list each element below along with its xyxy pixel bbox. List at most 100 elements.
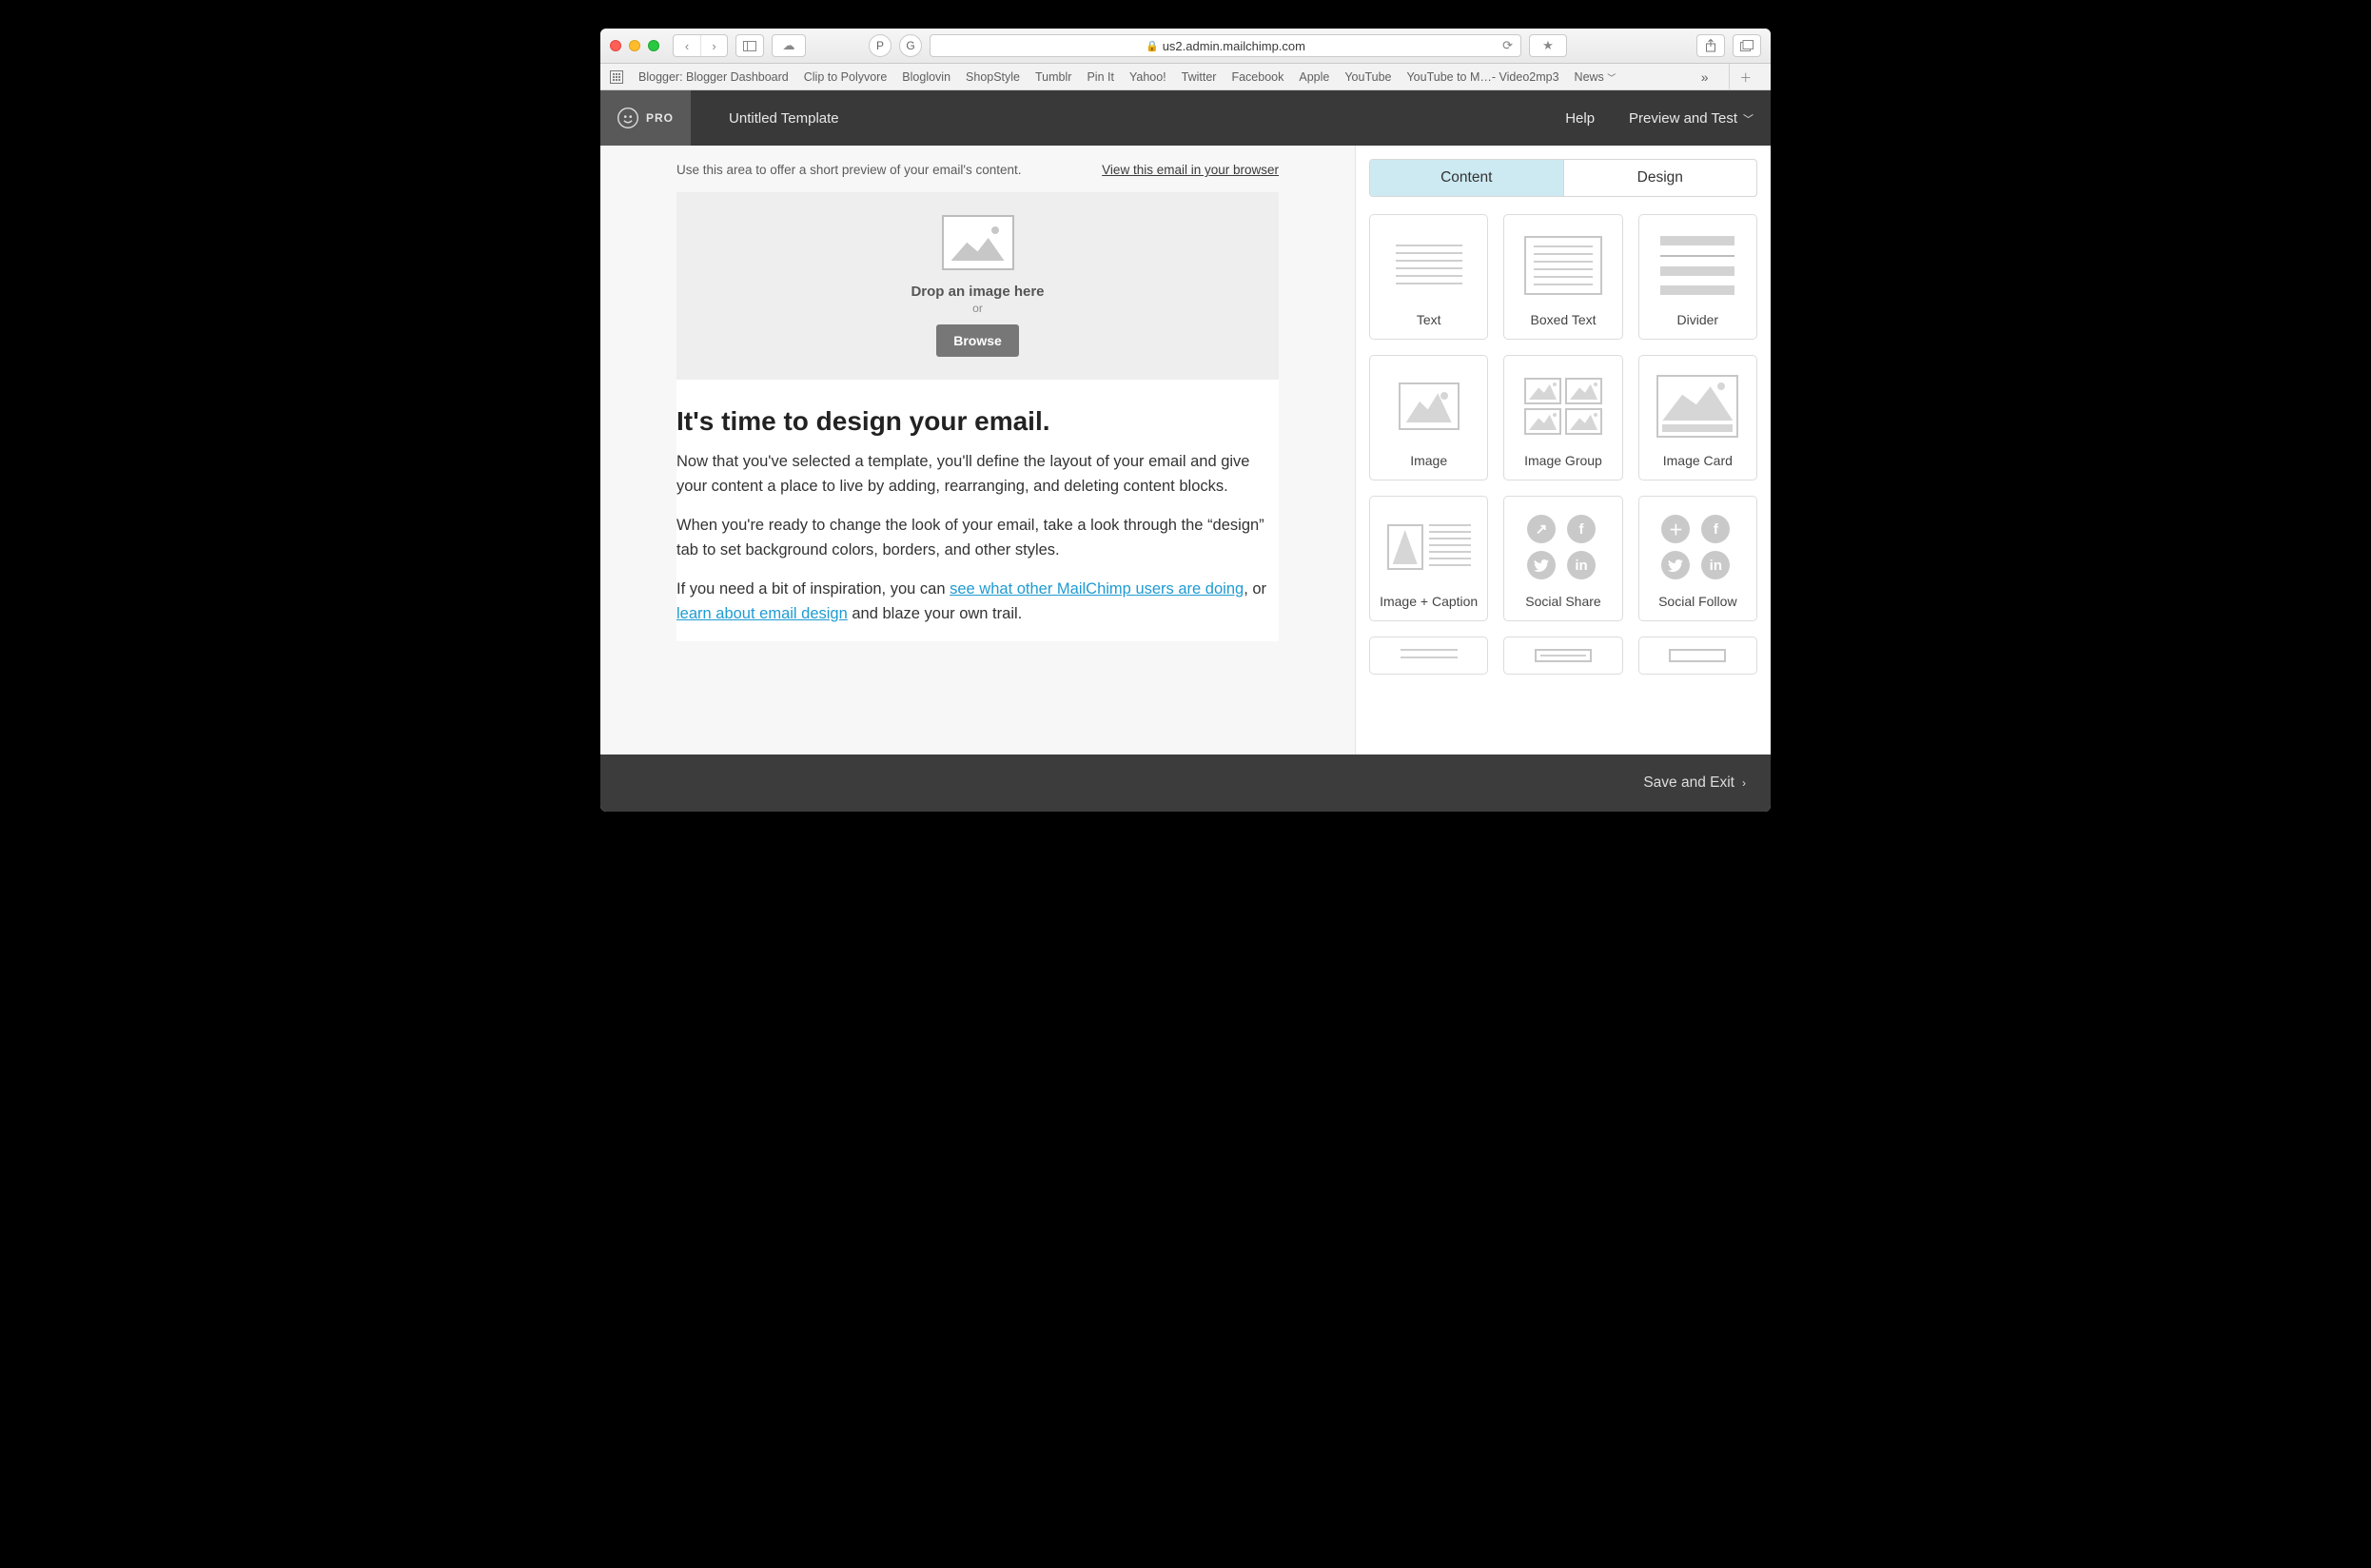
window-controls [610, 40, 659, 51]
image-caption-icon [1387, 524, 1471, 570]
boxed-text-icon [1524, 236, 1602, 295]
block-label: Image Card [1663, 453, 1733, 468]
view-in-browser-link[interactable]: View this email in your browser [1102, 163, 1279, 177]
block-placeholder[interactable] [1369, 637, 1488, 675]
image-placeholder-icon [942, 215, 1014, 270]
tab-content[interactable]: Content [1370, 160, 1563, 196]
bookmark-item[interactable]: YouTube [1344, 70, 1391, 84]
block-label: Image + Caption [1380, 594, 1478, 609]
apps-grid-icon[interactable] [610, 70, 623, 84]
chevron-right-icon: › [1742, 776, 1746, 790]
block-placeholder[interactable] [1638, 637, 1757, 675]
top-sites-button[interactable]: ★ [1529, 34, 1567, 57]
fullscreen-window-button[interactable] [648, 40, 659, 51]
editor-footer: Save and Exit› [600, 755, 1771, 812]
back-button[interactable]: ‹ [674, 35, 700, 56]
browse-button[interactable]: Browse [936, 324, 1019, 357]
bookmark-item[interactable]: Apple [1299, 70, 1329, 84]
editor-main: Use this area to offer a short preview o… [600, 146, 1771, 755]
help-link[interactable]: Help [1548, 110, 1612, 127]
email-heading[interactable]: It's time to design your email. [676, 380, 1279, 450]
bookmark-item[interactable]: Tumblr [1035, 70, 1071, 84]
image-group-icon [1524, 378, 1602, 435]
block-image[interactable]: Image [1369, 355, 1488, 480]
dropzone-title: Drop an image here [699, 284, 1256, 300]
dropzone-or: or [699, 302, 1256, 315]
twitter-icon [1661, 551, 1690, 579]
email-paragraph[interactable]: When you're ready to change the look of … [676, 514, 1279, 578]
chevron-down-icon: ﹀ [1743, 114, 1754, 126]
inspiration-link[interactable]: see what other MailChimp users are doing [950, 580, 1244, 598]
text-lines-icon [1396, 245, 1462, 286]
bookmark-folder[interactable]: News ﹀ [1575, 70, 1617, 84]
address-bar[interactable]: 🔒 us2.admin.mailchimp.com ⟳ [930, 34, 1521, 57]
block-grid: Text Boxed Text Divider Image Image Grou… [1356, 214, 1771, 688]
save-and-exit-button[interactable]: Save and Exit› [1643, 774, 1746, 792]
facebook-icon: f [1701, 515, 1730, 543]
social-follow-icon: ＋ f in [1661, 515, 1734, 579]
preview-and-test-menu[interactable]: Preview and Test﹀ [1612, 110, 1771, 127]
share-button[interactable] [1696, 34, 1725, 57]
image-dropzone[interactable]: Drop an image here or Browse [676, 192, 1279, 380]
brand-label: PRO [646, 111, 674, 125]
facebook-icon: f [1567, 515, 1596, 543]
email-paragraph[interactable]: Now that you've selected a template, you… [676, 450, 1279, 514]
block-label: Social Follow [1658, 594, 1736, 609]
reload-icon[interactable]: ⟳ [1502, 38, 1513, 53]
tab-design[interactable]: Design [1563, 160, 1757, 196]
bookmark-item[interactable]: Yahoo! [1129, 70, 1166, 84]
email-paragraph[interactable]: If you need a bit of inspiration, you ca… [676, 578, 1279, 641]
block-social-follow[interactable]: ＋ f in Social Follow [1638, 496, 1757, 621]
chevron-down-icon: ﹀ [1607, 73, 1616, 83]
block-image-caption[interactable]: Image + Caption [1369, 496, 1488, 621]
block-placeholder[interactable] [1503, 637, 1622, 675]
forward-button[interactable]: › [700, 35, 727, 56]
pinterest-extension-icon[interactable]: P [869, 34, 892, 57]
app-header: PRO Untitled Template Help Preview and T… [600, 90, 1771, 146]
share-arrow-icon: ↗ [1527, 515, 1556, 543]
brand-badge[interactable]: PRO [600, 90, 691, 146]
bookmark-item[interactable]: Blogger: Blogger Dashboard [638, 70, 789, 84]
block-label: Image Group [1524, 453, 1602, 468]
block-image-group[interactable]: Image Group [1503, 355, 1622, 480]
bookmark-item[interactable]: Pin It [1087, 70, 1114, 84]
close-window-button[interactable] [610, 40, 621, 51]
bookmark-item[interactable]: Clip to Polyvore [804, 70, 888, 84]
plus-icon: ＋ [1661, 515, 1690, 543]
new-tab-button[interactable]: ＋ [1729, 64, 1761, 89]
safari-window: ‹ › ☁ P G 🔒 us2.admin.mailchimp.com ⟳ ★ … [600, 29, 1771, 812]
block-label: Social Share [1525, 594, 1600, 609]
block-divider[interactable]: Divider [1638, 214, 1757, 340]
bookmark-item[interactable]: ShopStyle [966, 70, 1020, 84]
bookmark-item[interactable]: YouTube to M…- Video2mp3 [1406, 70, 1558, 84]
learn-design-link[interactable]: learn about email design [676, 605, 848, 622]
code-block-icon [1669, 649, 1726, 662]
sidebar-button[interactable] [735, 34, 764, 57]
divider-icon [1660, 236, 1734, 295]
block-image-card[interactable]: Image Card [1638, 355, 1757, 480]
block-label: Boxed Text [1530, 312, 1596, 327]
block-social-share[interactable]: ↗ f in Social Share [1503, 496, 1622, 621]
bookmark-item[interactable]: Facebook [1231, 70, 1283, 84]
tabs-button[interactable] [1733, 34, 1761, 57]
icloud-button[interactable]: ☁ [772, 34, 806, 57]
bookmark-item[interactable]: Twitter [1182, 70, 1217, 84]
email-body: Drop an image here or Browse It's time t… [676, 192, 1279, 641]
email-canvas: Use this area to offer a short preview o… [600, 146, 1356, 755]
bookmarks-overflow-button[interactable]: » [1695, 69, 1715, 85]
image-icon [1399, 382, 1460, 430]
block-text[interactable]: Text [1369, 214, 1488, 340]
twitter-icon [1527, 551, 1556, 579]
bookmark-item[interactable]: Bloglovin [902, 70, 950, 84]
preheader-hint[interactable]: Use this area to offer a short preview o… [676, 163, 1022, 177]
template-title[interactable]: Untitled Template [691, 110, 839, 127]
side-panel: Content Design Text Boxed Text Divider [1356, 146, 1771, 755]
browser-toolbar: ‹ › ☁ P G 🔒 us2.admin.mailchimp.com ⟳ ★ [600, 29, 1771, 64]
text-lines-icon [1401, 649, 1458, 662]
block-label: Divider [1677, 312, 1719, 327]
panel-tabs: Content Design [1369, 159, 1757, 197]
block-boxed-text[interactable]: Boxed Text [1503, 214, 1622, 340]
minimize-window-button[interactable] [629, 40, 640, 51]
grammarly-extension-icon[interactable]: G [899, 34, 922, 57]
bookmarks-bar: Blogger: Blogger Dashboard Clip to Polyv… [600, 64, 1771, 90]
